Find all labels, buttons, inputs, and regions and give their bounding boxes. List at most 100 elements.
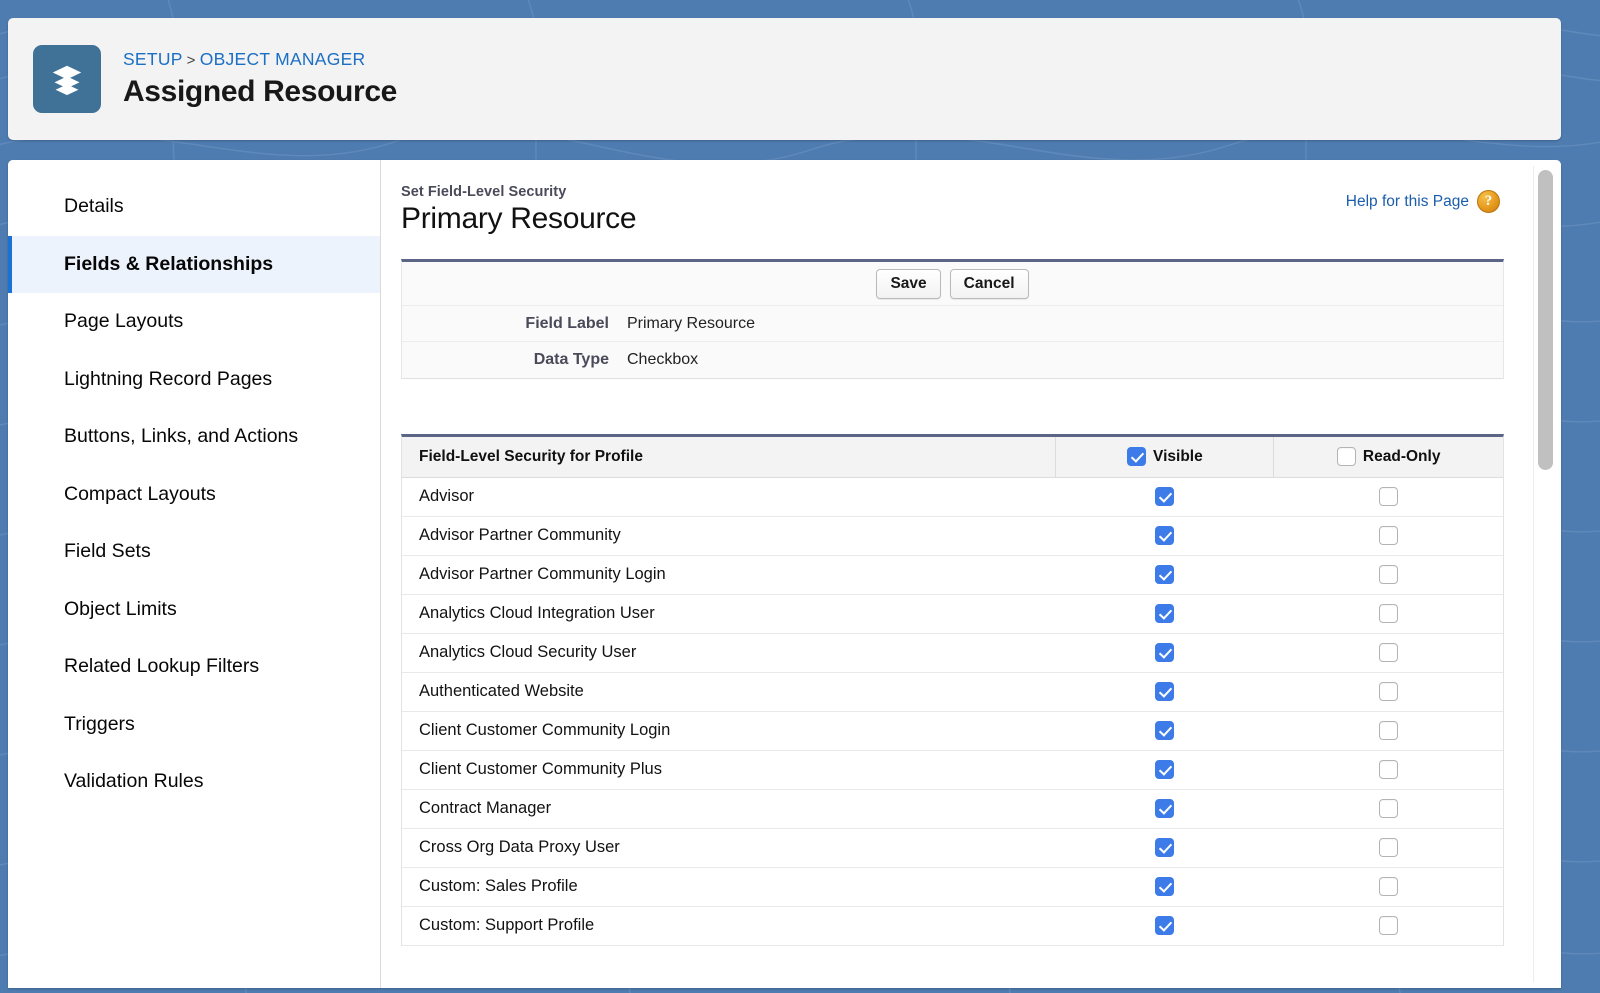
table-row: Advisor bbox=[402, 477, 1503, 517]
sidebar-item-related-lookup-filters[interactable]: Related Lookup Filters bbox=[8, 638, 380, 696]
visible-cell bbox=[1055, 750, 1274, 790]
profile-name: Client Customer Community Plus bbox=[402, 750, 1056, 790]
vertical-scrollbar-track[interactable] bbox=[1533, 166, 1556, 982]
table-row: Analytics Cloud Integration User bbox=[402, 594, 1503, 634]
column-header-visible: Visible bbox=[1055, 437, 1274, 478]
visible-cell bbox=[1055, 633, 1274, 673]
profile-name: Custom: Sales Profile bbox=[402, 867, 1056, 907]
visible-checkbox[interactable] bbox=[1155, 799, 1175, 819]
sidebar-item-label: Buttons, Links, and Actions bbox=[64, 425, 299, 448]
sidebar-item-details[interactable]: Details bbox=[8, 178, 380, 236]
read-only-checkbox[interactable] bbox=[1378, 682, 1398, 702]
question-mark-circle-icon[interactable]: ? bbox=[1477, 190, 1500, 213]
column-header-read-only-label: Read-Only bbox=[1362, 447, 1441, 465]
visible-checkbox[interactable] bbox=[1155, 877, 1175, 897]
sidebar-item-fields-and-relationships[interactable]: Fields & Relationships bbox=[8, 235, 380, 293]
read-only-checkbox[interactable] bbox=[1378, 916, 1398, 936]
sidebar-item-object-limits[interactable]: Object Limits bbox=[8, 581, 380, 639]
field-detail-panel: Save Cancel Field Label Primary Resource… bbox=[401, 259, 1504, 379]
visible-checkbox[interactable] bbox=[1155, 526, 1175, 546]
read-only-cell bbox=[1273, 477, 1503, 517]
read-only-cell bbox=[1273, 750, 1503, 790]
page-title: Assigned Resource bbox=[123, 75, 397, 109]
help-row: Help for this Page ? bbox=[1346, 190, 1500, 213]
detail-value: Checkbox bbox=[627, 351, 699, 368]
read-only-checkbox[interactable] bbox=[1378, 604, 1398, 624]
visible-checkbox[interactable] bbox=[1155, 760, 1175, 780]
visible-checkbox[interactable] bbox=[1155, 604, 1175, 624]
visible-checkbox[interactable] bbox=[1155, 682, 1175, 702]
read-only-checkbox[interactable] bbox=[1378, 643, 1398, 663]
read-only-checkbox[interactable] bbox=[1378, 877, 1398, 897]
sidebar-item-label: Field Sets bbox=[64, 540, 151, 563]
visible-checkbox[interactable] bbox=[1155, 643, 1175, 663]
breadcrumb-setup[interactable]: SETUP bbox=[123, 49, 183, 69]
read-only-checkbox[interactable] bbox=[1378, 565, 1398, 585]
select-all-visible-checkbox[interactable] bbox=[1127, 447, 1147, 467]
profile-name: Analytics Cloud Security User bbox=[402, 633, 1056, 673]
sidebar-item-label: Triggers bbox=[64, 712, 135, 735]
sidebar-item-lightning-record-pages[interactable]: Lightning Record Pages bbox=[8, 351, 380, 409]
visible-cell bbox=[1055, 477, 1274, 517]
help-for-this-page-link[interactable]: Help for this Page bbox=[1346, 193, 1469, 211]
profile-name: Analytics Cloud Integration User bbox=[402, 594, 1056, 634]
read-only-cell bbox=[1273, 594, 1503, 634]
field-level-security-table: Field-Level Security for Profile Visible bbox=[402, 437, 1503, 946]
profile-name: Contract Manager bbox=[402, 789, 1056, 829]
main-scroll-content: Help for this Page ? Set Field-Level Sec… bbox=[381, 160, 1528, 988]
breadcrumb-object-manager[interactable]: OBJECT MANAGER bbox=[200, 49, 366, 69]
table-row: Authenticated Website bbox=[402, 672, 1503, 712]
visible-cell bbox=[1055, 594, 1274, 634]
visible-checkbox[interactable] bbox=[1155, 838, 1175, 858]
sidebar-item-page-layouts[interactable]: Page Layouts bbox=[8, 293, 380, 351]
visible-checkbox[interactable] bbox=[1155, 721, 1175, 741]
visible-cell bbox=[1055, 789, 1274, 829]
read-only-cell bbox=[1273, 867, 1503, 907]
read-only-checkbox[interactable] bbox=[1378, 760, 1398, 780]
visible-cell bbox=[1055, 867, 1274, 907]
visible-checkbox[interactable] bbox=[1155, 916, 1175, 936]
cancel-button[interactable]: Cancel bbox=[949, 268, 1029, 299]
profile-name: Advisor Partner Community bbox=[402, 516, 1056, 556]
table-header-row: Field-Level Security for Profile Visible bbox=[402, 437, 1503, 478]
object-header-card: SETUP > OBJECT MANAGER Assigned Resource bbox=[8, 18, 1561, 140]
profile-name: Authenticated Website bbox=[402, 672, 1056, 712]
main-pane: Help for this Page ? Set Field-Level Sec… bbox=[381, 160, 1561, 988]
profile-name: Advisor bbox=[402, 477, 1056, 517]
visible-checkbox[interactable] bbox=[1155, 565, 1175, 585]
object-nav-sidebar: Details Fields & Relationships Page Layo… bbox=[8, 160, 381, 988]
sidebar-item-validation-rules[interactable]: Validation Rules bbox=[8, 753, 380, 811]
select-all-read-only-checkbox[interactable] bbox=[1336, 447, 1356, 467]
table-row: Custom: Sales Profile bbox=[402, 867, 1503, 907]
table-row: Client Customer Community Login bbox=[402, 711, 1503, 751]
table-row: Analytics Cloud Security User bbox=[402, 633, 1503, 673]
read-only-checkbox[interactable] bbox=[1378, 799, 1398, 819]
read-only-checkbox[interactable] bbox=[1378, 721, 1398, 741]
sidebar-item-field-sets[interactable]: Field Sets bbox=[8, 523, 380, 581]
read-only-cell bbox=[1273, 516, 1503, 556]
sidebar-item-buttons-links-and-actions[interactable]: Buttons, Links, and Actions bbox=[8, 408, 380, 466]
profile-name: Client Customer Community Login bbox=[402, 711, 1056, 751]
read-only-cell bbox=[1273, 555, 1503, 595]
visible-cell bbox=[1055, 516, 1274, 556]
table-row: Advisor Partner Community Login bbox=[402, 555, 1503, 595]
table-row: Advisor Partner Community bbox=[402, 516, 1503, 556]
vertical-scrollbar-thumb[interactable] bbox=[1538, 170, 1553, 470]
visible-cell bbox=[1055, 711, 1274, 751]
sidebar-item-triggers[interactable]: Triggers bbox=[8, 696, 380, 754]
table-row: Client Customer Community Plus bbox=[402, 750, 1503, 790]
read-only-checkbox[interactable] bbox=[1378, 487, 1398, 507]
detail-label: Data Type bbox=[533, 351, 609, 368]
visible-cell bbox=[1055, 906, 1274, 946]
save-button[interactable]: Save bbox=[876, 268, 941, 299]
visible-checkbox[interactable] bbox=[1155, 487, 1175, 507]
column-header-visible-label: Visible bbox=[1153, 447, 1203, 465]
sidebar-item-compact-layouts[interactable]: Compact Layouts bbox=[8, 466, 380, 524]
profile-name: Cross Org Data Proxy User bbox=[402, 828, 1056, 868]
action-button-bar: Save Cancel bbox=[402, 262, 1503, 306]
read-only-checkbox[interactable] bbox=[1378, 526, 1398, 546]
sidebar-item-label: Fields & Relationships bbox=[64, 252, 274, 275]
breadcrumb-separator: > bbox=[186, 52, 196, 70]
read-only-checkbox[interactable] bbox=[1378, 838, 1398, 858]
profile-name: Advisor Partner Community Login bbox=[402, 555, 1056, 595]
